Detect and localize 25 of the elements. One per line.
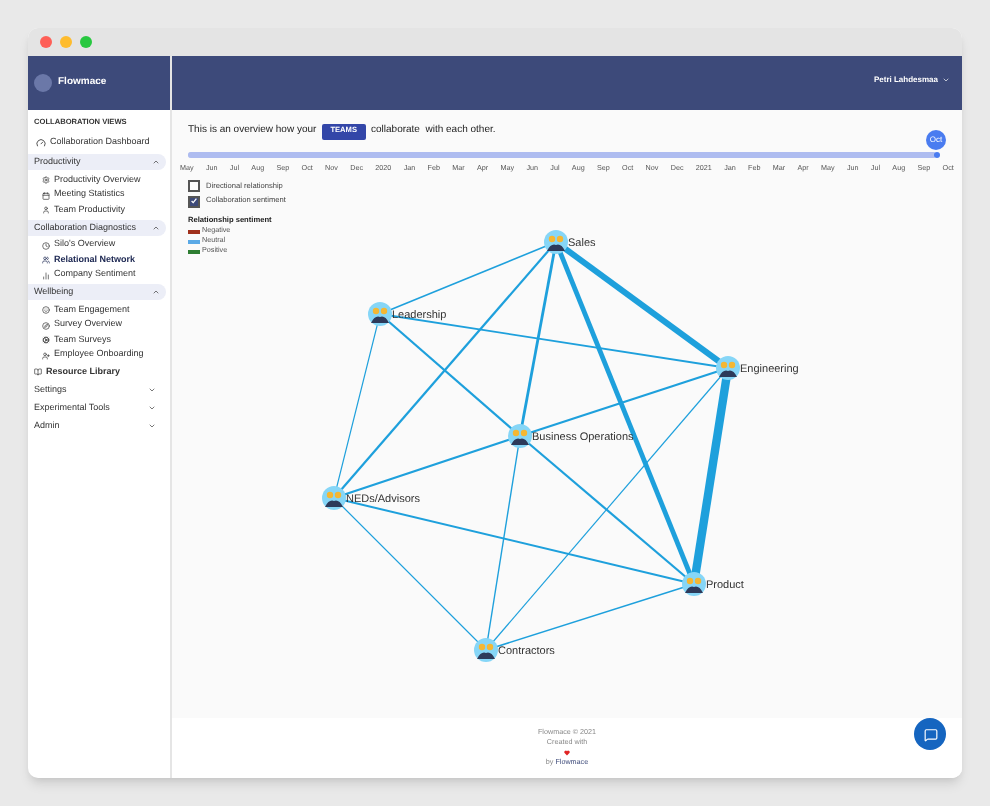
chat-icon	[923, 727, 937, 741]
check-icon	[190, 196, 198, 207]
nav-icon	[42, 176, 50, 185]
checkbox[interactable]	[188, 180, 200, 193]
nav-icon	[42, 256, 50, 265]
nav-icon	[42, 241, 50, 250]
book-icon	[34, 367, 42, 376]
team-icon[interactable]	[508, 424, 532, 448]
nav-icon	[42, 271, 50, 280]
nav-icon	[42, 206, 50, 215]
team-icon[interactable]	[322, 486, 346, 510]
team-icon[interactable]	[682, 572, 706, 596]
nav-icon	[42, 336, 50, 345]
nav-icon	[42, 191, 50, 200]
checkbox[interactable]	[188, 195, 200, 208]
heart-icon	[564, 750, 570, 756]
nav-icon	[42, 321, 50, 330]
team-icon[interactable]	[474, 638, 498, 662]
logo-icon	[34, 74, 52, 92]
team-icon[interactable]	[544, 230, 568, 254]
nav-icon	[42, 306, 50, 315]
team-icon[interactable]	[716, 356, 740, 380]
team-icon[interactable]	[368, 302, 392, 326]
gauge-icon	[36, 137, 46, 148]
nav-icon	[42, 351, 50, 360]
